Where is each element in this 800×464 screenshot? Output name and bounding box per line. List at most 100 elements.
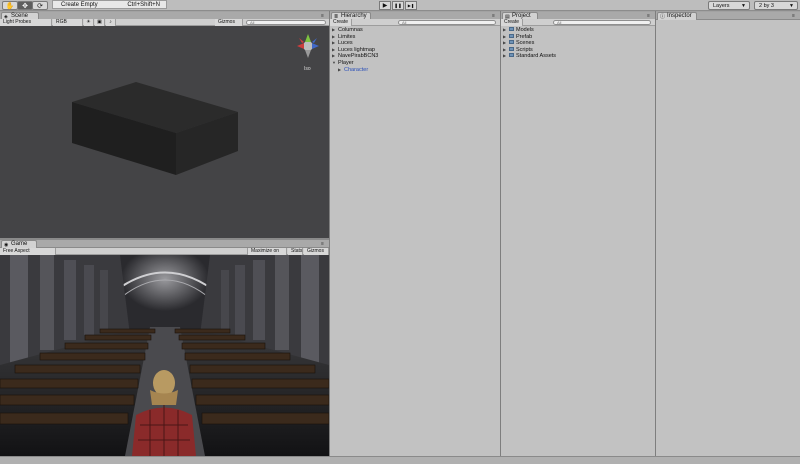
hierarchy-item-label: Character (344, 66, 369, 73)
game-render (0, 255, 329, 456)
pause-button[interactable]: ❚❚ (392, 1, 404, 10)
tab-inspector-label: Inspector (667, 13, 692, 19)
hierarchy-item[interactable]: ▶ Luces (332, 40, 498, 47)
gizmos-label: Gizmos (218, 19, 235, 25)
aspect-dropdown[interactable]: Free Aspect (0, 248, 56, 255)
inspector-body (656, 20, 800, 456)
inspector-tabbar: ⓘ Inspector ≡ (656, 12, 800, 20)
image-icon: ▣ (97, 19, 102, 25)
tab-inspector[interactable]: ⓘ Inspector (657, 12, 697, 20)
hand-icon: ✋ (5, 2, 15, 10)
hierarchy-item-label: Player (338, 59, 354, 66)
hierarchy-item-label: Luces lightmap (338, 46, 375, 53)
project-folder[interactable]: ▶ Prefab (503, 34, 653, 41)
step-icon: ▶❚ (407, 3, 415, 8)
layers-label: Layers (713, 2, 730, 9)
main-toolbar: ✋ ✥ ⟳ Create Empty Ctrl+Shift+N ▶ ❚❚ ▶❚ … (0, 0, 800, 11)
lighting-toggle[interactable]: ☀ (84, 19, 94, 26)
hierarchy-item-character[interactable]: ▶ Character (332, 67, 498, 74)
panel-menu-icon[interactable]: ≡ (321, 241, 324, 247)
folder-icon (509, 33, 514, 38)
sun-icon: ☀ (86, 19, 91, 25)
hierarchy-search-input[interactable]: All (398, 20, 496, 25)
render-mode-label: Light Probes (3, 19, 32, 25)
hierarchy-item-label: Luces (338, 40, 353, 47)
panel-divider[interactable] (0, 238, 329, 240)
tab-game[interactable]: ◉ Game (1, 240, 37, 248)
audio-toggle[interactable]: ♪ (106, 19, 116, 26)
hierarchy-item[interactable]: ▶ Columnas (332, 27, 498, 34)
create-empty-shortcut: Ctrl+Shift+N (127, 1, 160, 8)
hierarchy-item-label: Columnas (338, 27, 363, 33)
folder-icon (509, 40, 514, 45)
project-folder-label: Scenes (516, 40, 535, 47)
project-folder[interactable]: ▶ Standard Assets (503, 53, 653, 60)
play-icon: ▶ (382, 3, 388, 9)
project-folder-label: Models (516, 27, 534, 33)
rotate-icon: ⟳ (37, 2, 43, 10)
project-folder[interactable]: ▶ Scenes (503, 40, 653, 47)
gizmo-projection-label[interactable]: Iso (304, 66, 311, 72)
layout-label: 2 by 3 (759, 2, 774, 9)
move-tool-button[interactable]: ✥ (17, 1, 33, 10)
layers-dropdown[interactable]: Layers ▼ (708, 1, 750, 10)
scene-orientation-gizmo (297, 34, 319, 58)
rotate-tool-button[interactable]: ⟳ (32, 1, 48, 10)
stats-toggle[interactable]: Stats (288, 248, 303, 255)
project-folder[interactable]: ▶ Models (503, 27, 653, 34)
panel-divider[interactable] (655, 11, 656, 456)
hand-tool-button[interactable]: ✋ (2, 1, 18, 10)
project-tree: ▶ Models ▶ Prefab ▶ Scenes ▶ Scripts ▶ Standa… (501, 26, 655, 456)
hierarchy-item[interactable]: ▶ Luces lightmap (332, 47, 498, 54)
game-viewport[interactable] (0, 255, 329, 456)
scene-search-input[interactable]: All (246, 20, 326, 25)
color-mode-label: RGB (56, 19, 67, 25)
create-empty-menu-item[interactable]: Create Empty Ctrl+Shift+N (52, 0, 167, 9)
move-icon: ✥ (22, 2, 28, 10)
color-mode-dropdown[interactable]: RGB (53, 19, 83, 26)
project-folder[interactable]: ▶ Scripts (503, 47, 653, 54)
create-label: Create (504, 19, 520, 25)
speaker-icon: ♪ (109, 19, 112, 25)
hierarchy-create-dropdown[interactable]: Create (330, 19, 352, 26)
status-bar (0, 456, 800, 464)
folder-icon (509, 46, 514, 51)
folder-icon (509, 27, 514, 32)
project-create-dropdown[interactable]: Create (501, 19, 523, 26)
scene-gizmos-dropdown[interactable]: Gizmos (215, 19, 243, 26)
project-folder-label: Scripts (516, 46, 533, 53)
create-empty-label: Create Empty (61, 1, 98, 8)
layout-dropdown[interactable]: 2 by 3 ▼ (754, 1, 798, 10)
pause-icon: ❚❚ (394, 2, 402, 8)
scene-canvas (72, 34, 319, 175)
play-button[interactable]: ▶ (379, 1, 391, 10)
hierarchy-item-label: Limites (338, 33, 356, 40)
render-mode-dropdown[interactable]: Light Probes (0, 19, 52, 26)
hierarchy-item[interactable]: ▶ NavePirabBCN3 (332, 53, 498, 60)
game-tabbar: ◉ Game ≡ (0, 240, 329, 248)
stats-label: Stats (291, 248, 303, 254)
game-control-bar: Free Aspect Maximize on Play Stats Gizmo… (0, 248, 329, 261)
step-button[interactable]: ▶❚ (405, 1, 417, 10)
game-gizmos-dropdown[interactable]: Gizmos (304, 248, 329, 255)
panel-divider[interactable] (329, 11, 330, 456)
folder-icon (509, 53, 514, 58)
scene-viewport[interactable]: Iso (0, 26, 329, 238)
project-control-bar: Create All (501, 19, 655, 26)
hierarchy-item[interactable]: ▶ Limites (332, 34, 498, 41)
hierarchy-tree: ▶ Columnas ▶ Limites ▶ Luces ▶ Luces lightma… (330, 26, 500, 456)
hierarchy-item[interactable]: ▼ Player (332, 60, 498, 67)
gizmos-label: Gizmos (307, 248, 324, 254)
hierarchy-item-label: NavePirabBCN3 (338, 53, 379, 60)
search-placeholder: All (402, 20, 407, 25)
panel-divider[interactable] (500, 11, 501, 456)
aspect-label: Free Aspect (3, 248, 30, 254)
chevron-down-icon: ▼ (789, 2, 794, 9)
tab-game-label: Game (11, 241, 28, 247)
maximize-on-play-toggle[interactable]: Maximize on Play (247, 248, 287, 261)
project-search-input[interactable]: All (553, 20, 651, 25)
image-toggle[interactable]: ▣ (95, 19, 105, 26)
create-label: Create (333, 19, 349, 25)
chevron-down-icon: ▼ (741, 2, 746, 9)
panel-menu-icon[interactable]: ≡ (792, 13, 795, 19)
